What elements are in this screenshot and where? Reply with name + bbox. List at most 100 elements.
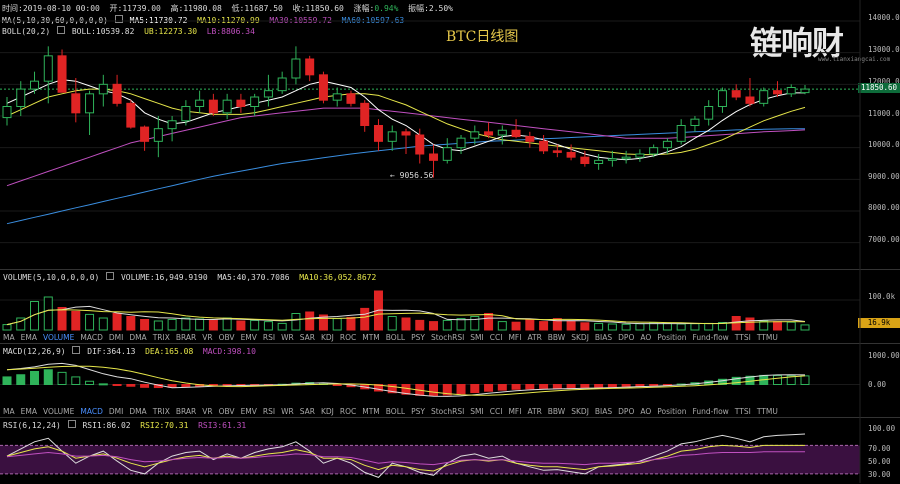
candle-body xyxy=(649,147,659,155)
candle-body xyxy=(704,106,714,120)
volume-bar xyxy=(484,313,494,331)
candle-body xyxy=(222,99,232,114)
candle-body xyxy=(195,99,205,107)
candle-body xyxy=(126,102,136,128)
volume-bar xyxy=(594,322,604,331)
macd-bar xyxy=(470,384,480,394)
macd-bar xyxy=(525,384,535,390)
candle-body xyxy=(759,90,769,104)
candle-body xyxy=(71,93,81,114)
volume-bar xyxy=(580,322,590,331)
macd-bar xyxy=(621,384,631,387)
volume-bar xyxy=(429,321,439,331)
volume-bar xyxy=(57,307,67,331)
volume-bar xyxy=(263,321,273,331)
volume-bar xyxy=(208,319,218,331)
macd-bar xyxy=(552,384,562,389)
macd-bar xyxy=(98,383,108,386)
candle-body xyxy=(525,136,535,142)
macd-bar xyxy=(30,371,40,385)
volume-bar xyxy=(800,324,810,331)
volume-bar xyxy=(167,319,177,331)
volume-bar xyxy=(85,313,95,331)
macd-bar xyxy=(511,384,521,390)
volume-bar xyxy=(236,320,246,331)
candle-body xyxy=(387,131,397,142)
macd-bar xyxy=(126,384,136,387)
volume-bar xyxy=(497,321,507,331)
candle-body xyxy=(167,120,177,130)
candle-body xyxy=(30,80,40,90)
volume-bar xyxy=(98,317,108,331)
candle-body xyxy=(277,77,287,92)
volume-bar xyxy=(153,320,163,331)
volume-bar xyxy=(442,319,452,331)
candle-body xyxy=(442,147,452,161)
candle-body xyxy=(57,55,67,93)
volume-bar xyxy=(456,318,466,331)
candle-body xyxy=(470,131,480,139)
macd-bar xyxy=(497,384,507,391)
candle-body xyxy=(594,159,604,164)
volume-bar xyxy=(415,319,425,331)
macd-bar xyxy=(594,384,604,388)
macd-bar xyxy=(429,384,439,397)
volume-bar xyxy=(772,321,782,331)
macd-bar xyxy=(566,384,576,389)
volume-bar xyxy=(401,317,411,331)
macd-bar xyxy=(456,384,466,395)
volume-bar xyxy=(511,321,521,331)
volume-bar xyxy=(250,319,260,331)
volume-bar xyxy=(195,318,205,331)
candle-body xyxy=(373,125,383,142)
candle-body xyxy=(484,131,494,136)
chart-canvas[interactable] xyxy=(0,0,900,483)
candle-body xyxy=(580,156,590,165)
candle-body xyxy=(318,74,328,101)
candle-body xyxy=(250,96,260,107)
macd-bar xyxy=(16,374,26,385)
candle-body xyxy=(676,125,686,142)
macd-bar xyxy=(635,384,645,387)
volume-bar xyxy=(277,322,287,331)
volume-bar xyxy=(539,321,549,331)
candle-body xyxy=(208,99,218,114)
volume-bar xyxy=(2,324,12,331)
macd-bar xyxy=(43,369,53,385)
candle-body xyxy=(305,58,315,76)
volume-bar xyxy=(607,323,617,331)
candle-body xyxy=(291,58,301,79)
candle-body xyxy=(635,153,645,158)
candle-body xyxy=(360,102,370,127)
candle-body xyxy=(552,150,562,153)
candle-body xyxy=(607,158,617,161)
macd-bar xyxy=(649,384,659,387)
volume-bar xyxy=(662,322,672,331)
volume-bar xyxy=(346,316,356,331)
candle-body xyxy=(2,106,12,119)
candle-body xyxy=(621,156,631,160)
volume-bar xyxy=(181,317,191,331)
volume-bar xyxy=(332,318,342,331)
candle-body xyxy=(497,129,507,136)
volume-bar xyxy=(43,296,53,331)
candle-body xyxy=(772,90,782,95)
candle-body xyxy=(401,131,411,136)
volume-bar xyxy=(635,323,645,331)
candle-body xyxy=(662,140,672,149)
volume-bar xyxy=(71,310,81,331)
candle-body xyxy=(43,55,53,82)
volume-bar xyxy=(621,323,631,331)
macd-bar xyxy=(332,384,342,386)
candle-body xyxy=(140,126,150,142)
candle-body xyxy=(511,129,521,138)
volume-bar xyxy=(112,313,122,331)
candle-body xyxy=(539,140,549,152)
candle-body xyxy=(85,93,95,114)
candle-body xyxy=(786,87,796,95)
volume-bar xyxy=(126,316,136,331)
candle-body xyxy=(236,99,246,107)
volume-bar xyxy=(676,323,686,331)
volume-bar xyxy=(690,323,700,331)
volume-bar xyxy=(222,317,232,331)
